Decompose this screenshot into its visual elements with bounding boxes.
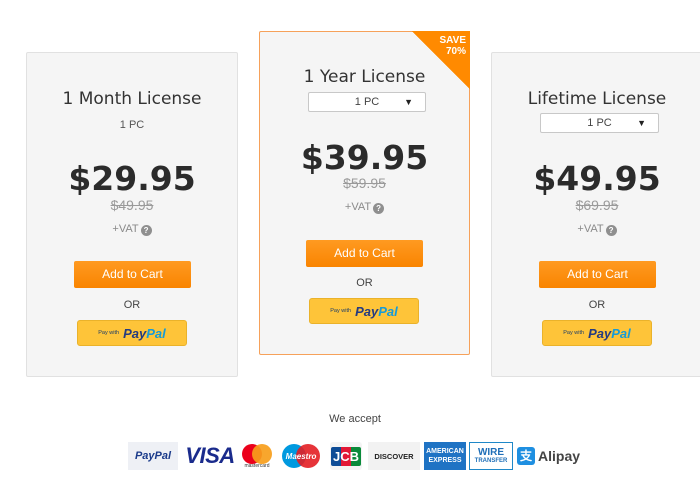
jcb-logo: JCB	[330, 442, 362, 470]
maestro-logo: Maestro	[281, 442, 321, 470]
we-accept-label: We accept	[329, 413, 381, 425]
chevron-down-icon: ▼	[404, 97, 413, 107]
plan-price: $49.95	[533, 159, 661, 198]
paypal-pay-with: Pay with	[98, 330, 120, 336]
vat-label: +VAT	[577, 223, 604, 235]
paypal-payment-logo: PayPal	[128, 442, 178, 470]
paypal-logo: PayPal	[588, 325, 631, 341]
add-to-cart-button[interactable]: Add to Cart	[306, 240, 423, 267]
vat-label: +VAT	[344, 201, 372, 213]
mastercard-circles-icon	[242, 443, 272, 464]
plan-title: 1 Month License	[62, 89, 202, 109]
vat-note: +VAT?	[492, 223, 700, 236]
paypal-logo: PayPal	[355, 303, 398, 319]
paypal-button[interactable]: Pay with PayPal	[542, 320, 652, 346]
alipay-logo: 支 Alipay	[517, 442, 581, 470]
chevron-down-icon: ▼	[637, 118, 646, 128]
paypal-pay-with: Pay with	[330, 308, 352, 314]
vat-label: +VAT	[112, 223, 139, 235]
or-separator: OR	[588, 299, 606, 311]
pc-count-select[interactable]: 1 PC ▼	[540, 113, 659, 133]
add-to-cart-button[interactable]: Add to Cart	[539, 261, 656, 288]
pc-count-select[interactable]: 1 PC ▼	[308, 92, 426, 112]
vat-note: +VAT?	[27, 223, 237, 236]
old-price: $49.95	[110, 197, 154, 213]
paypal-logo: PayPal	[123, 325, 166, 341]
pc-count-value: 1 PC	[354, 96, 380, 108]
old-price: $59.95	[343, 175, 386, 191]
plan-card-lifetime: Lifetime License 1 PC ▼ $49.95 $69.95 +V…	[491, 52, 700, 377]
pc-count-value: 1 PC	[587, 117, 612, 129]
plan-card-yearly: SAVE 70% 1 Year License 1 PC ▼ $39.95 $5…	[259, 31, 470, 355]
american-express-logo: AMERICAN EXPRESS	[424, 442, 466, 470]
save-badge-text: SAVE 70%	[439, 35, 467, 57]
add-to-cart-button[interactable]: Add to Cart	[74, 261, 191, 288]
paypal-button[interactable]: Pay with PayPal	[309, 298, 419, 324]
vat-note: +VAT?	[260, 201, 469, 214]
plan-price: $39.95	[300, 138, 429, 177]
discover-logo: DISCOVER	[368, 442, 420, 470]
plan-title: 1 Year License	[303, 67, 426, 87]
plan-title: Lifetime License	[527, 89, 667, 109]
plan-price: $29.95	[68, 159, 196, 198]
paypal-pay-with: Pay with	[563, 330, 585, 336]
visa-logo: VISA	[185, 443, 235, 468]
mastercard-logo: mastercard	[239, 442, 275, 470]
paypal-button[interactable]: Pay with PayPal	[77, 320, 187, 346]
help-icon[interactable]: ?	[373, 203, 385, 214]
pc-count-label: 1 PC	[119, 119, 145, 131]
plan-card-monthly: 1 Month License 1 PC $29.95 $49.95 +VAT?…	[26, 52, 238, 377]
or-separator: OR	[123, 299, 141, 311]
old-price: $69.95	[575, 197, 619, 213]
alipay-icon: 支	[517, 447, 535, 465]
help-icon[interactable]: ?	[140, 225, 152, 236]
or-separator: OR	[356, 277, 373, 289]
help-icon[interactable]: ?	[605, 225, 617, 236]
wire-transfer-logo: WIRE TRANSFER	[469, 442, 513, 470]
